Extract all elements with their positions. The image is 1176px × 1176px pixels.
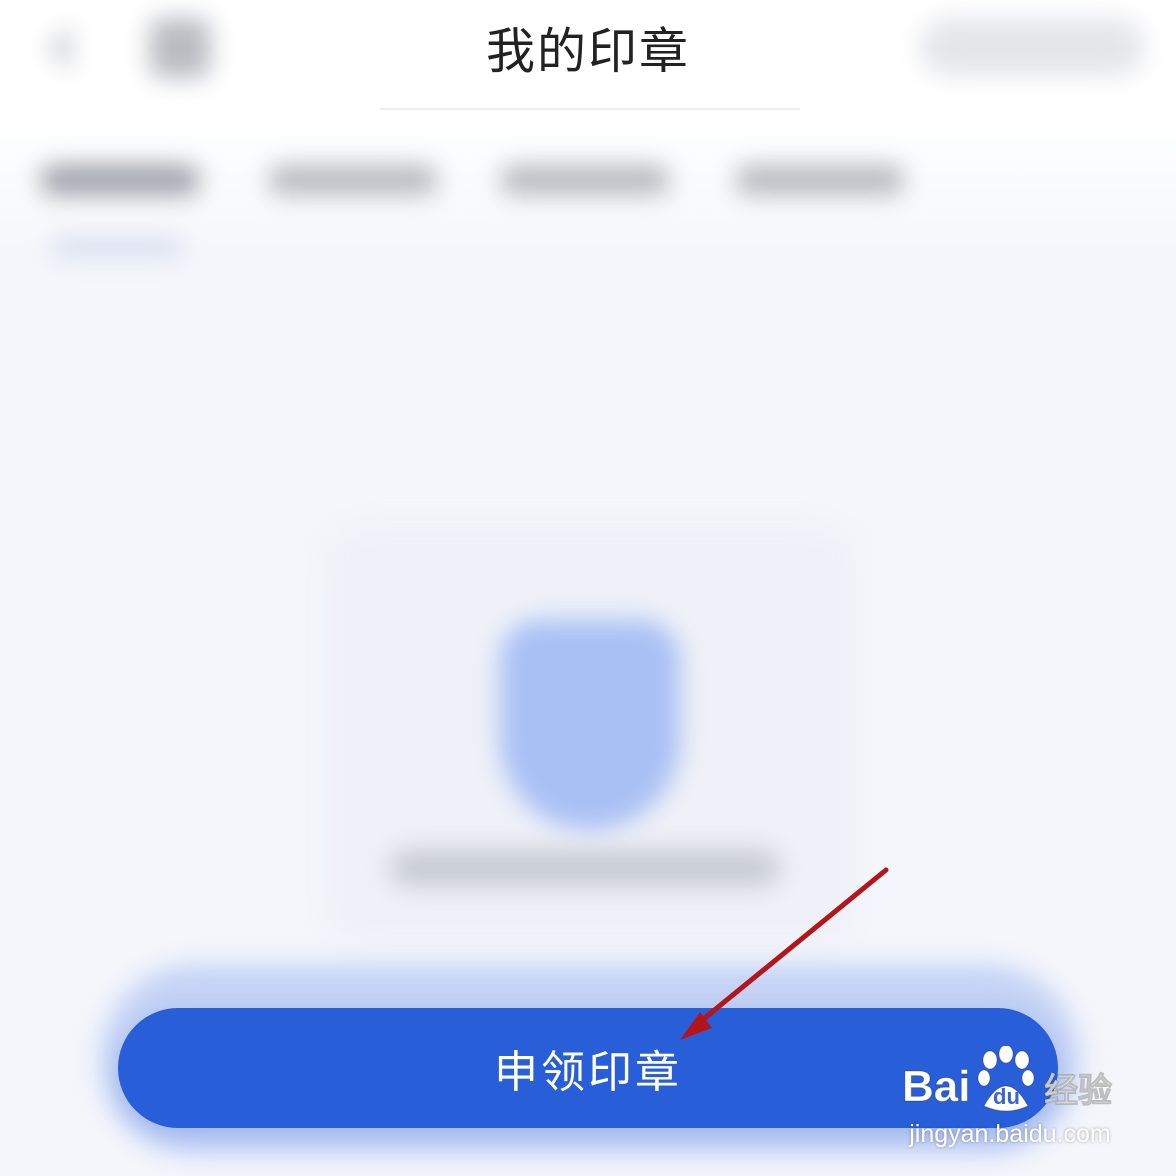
top-bar: 我的印章	[0, 0, 1176, 110]
capsule-menu-button[interactable]	[920, 18, 1145, 76]
baidu-jingyan-logo: Bai 经验 du	[902, 1046, 1113, 1112]
svg-text:Bai: Bai	[902, 1062, 970, 1111]
watermark-url: jingyan.baidu.com	[909, 1120, 1111, 1148]
tab-2[interactable]	[268, 165, 438, 195]
svg-text:经验: 经验	[1044, 1071, 1112, 1111]
tab-1[interactable]	[40, 165, 200, 195]
baidu-jingyan-watermark: Bai 经验 du jingyan.baidu.com	[900, 1046, 1130, 1156]
apply-seal-button-label: 申领印章	[494, 1048, 682, 1097]
tab-4[interactable]	[735, 165, 905, 195]
tab-bar	[0, 110, 1176, 270]
empty-state-text	[390, 850, 780, 886]
tab-3[interactable]	[500, 165, 670, 195]
svg-text:du: du	[993, 1084, 1020, 1109]
active-tab-indicator	[52, 240, 182, 254]
shield-icon	[500, 620, 680, 830]
